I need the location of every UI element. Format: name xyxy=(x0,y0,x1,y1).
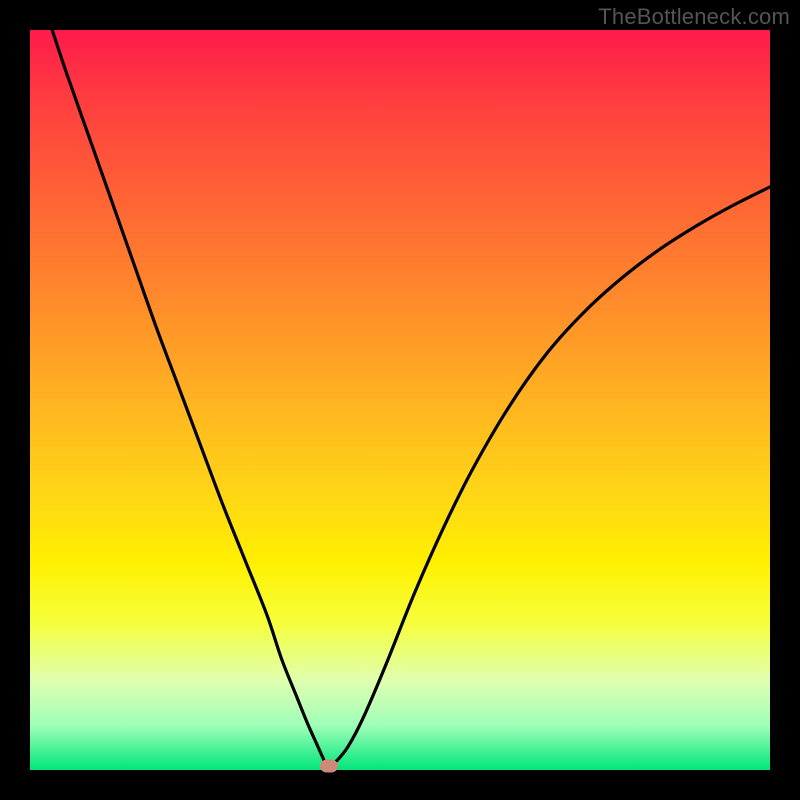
curve-svg xyxy=(30,30,770,770)
chart-frame: TheBottleneck.com xyxy=(0,0,800,800)
watermark-label: TheBottleneck.com xyxy=(598,4,790,30)
minimum-marker xyxy=(320,759,338,772)
bottleneck-curve xyxy=(52,30,770,766)
plot-area xyxy=(30,30,770,770)
